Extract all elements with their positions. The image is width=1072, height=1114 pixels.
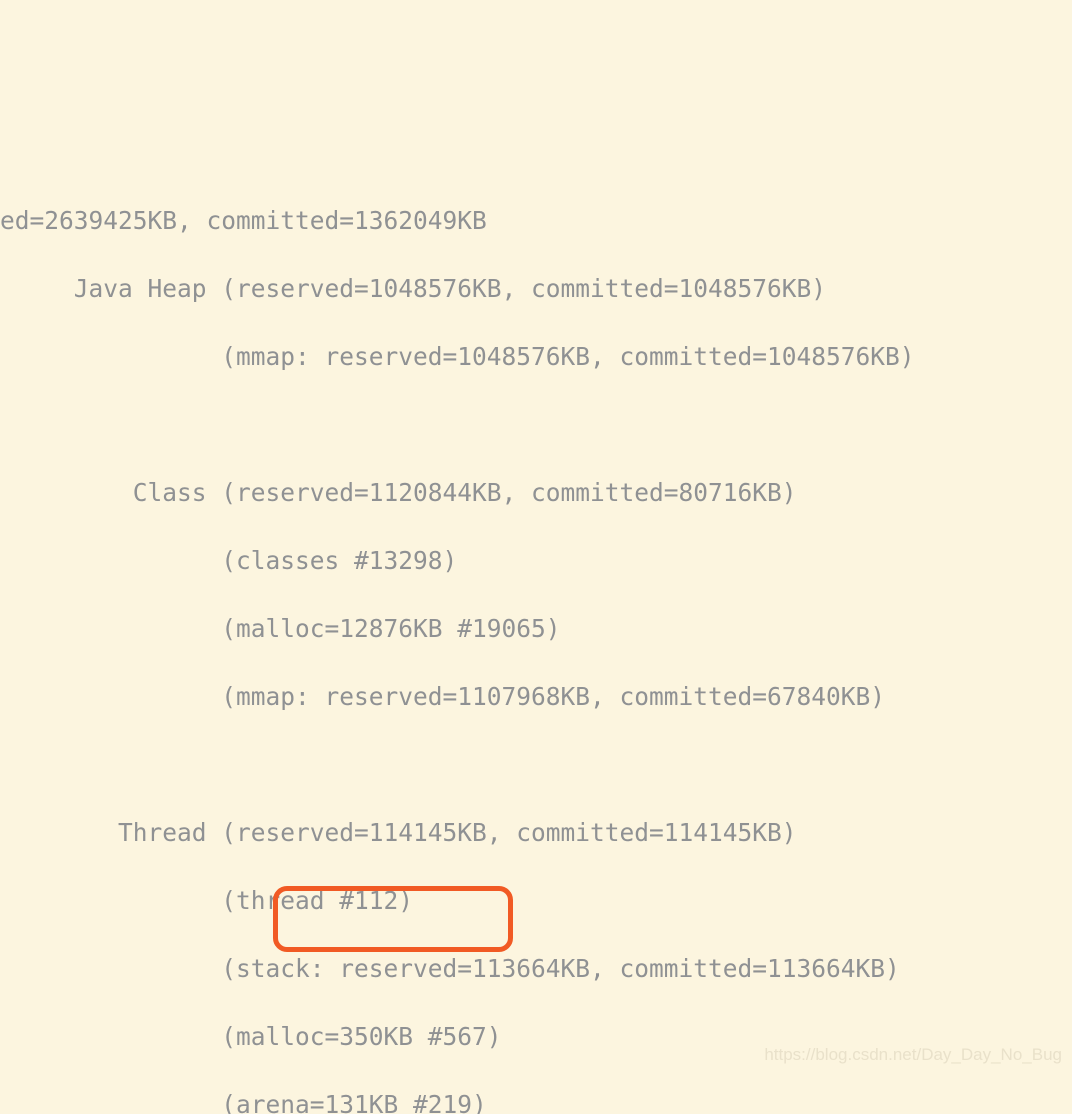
blank-line bbox=[0, 408, 1072, 442]
class-line: Class (reserved=1120844KB, committed=807… bbox=[0, 476, 1072, 510]
java-heap-line: Java Heap (reserved=1048576KB, committed… bbox=[0, 272, 1072, 306]
thread-count-line: (thread #112) bbox=[0, 884, 1072, 918]
thread-arena-line: (arena=131KB #219) bbox=[0, 1088, 1072, 1114]
terminal-output: ed=2639425KB, committed=1362049KB Java H… bbox=[0, 170, 1072, 1114]
thread-line: Thread (reserved=114145KB, committed=114… bbox=[0, 816, 1072, 850]
total-line-1: ed=2639425KB, committed=1362049KB bbox=[0, 204, 1072, 238]
java-heap-mmap-line: (mmap: reserved=1048576KB, committed=104… bbox=[0, 340, 1072, 374]
thread-stack-line: (stack: reserved=113664KB, committed=113… bbox=[0, 952, 1072, 986]
class-malloc-line: (malloc=12876KB #19065) bbox=[0, 612, 1072, 646]
class-mmap-line: (mmap: reserved=1107968KB, committed=678… bbox=[0, 680, 1072, 714]
class-count-line: (classes #13298) bbox=[0, 544, 1072, 578]
watermark-text: https://blog.csdn.net/Day_Day_No_Bug bbox=[764, 1038, 1062, 1072]
blank-line bbox=[0, 748, 1072, 782]
